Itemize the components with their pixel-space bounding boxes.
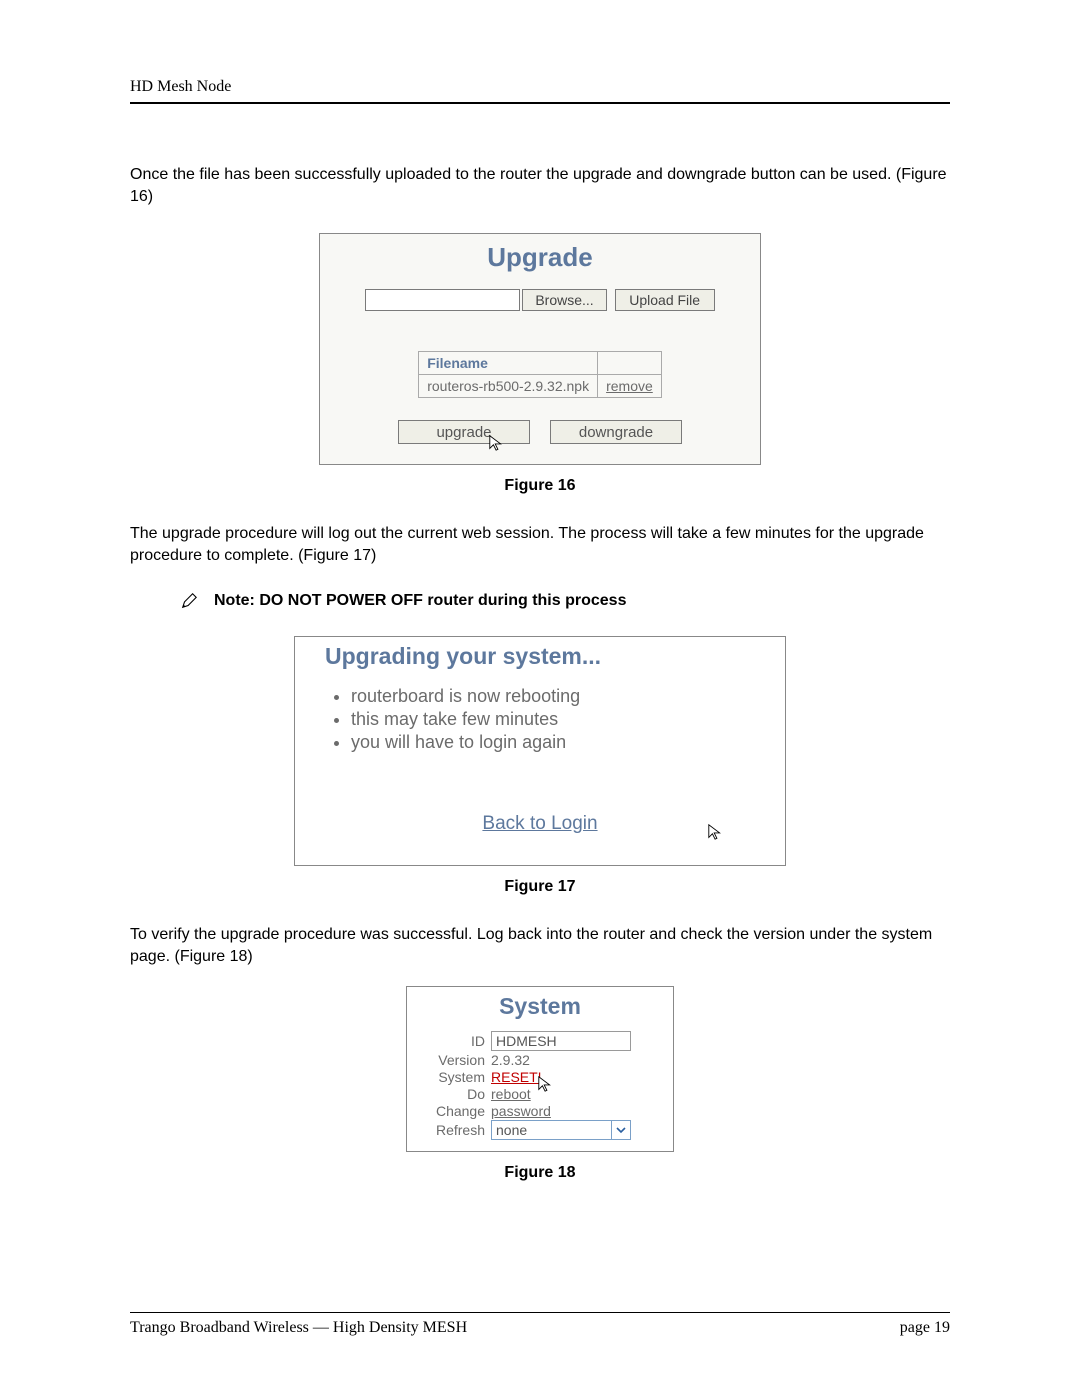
id-input[interactable]: HDMESH (491, 1031, 631, 1051)
version-value: 2.9.32 (491, 1052, 659, 1068)
paragraph-2: The upgrade procedure will log out the c… (130, 523, 950, 566)
chevron-down-icon (611, 1121, 630, 1139)
filename-table: Filename routeros-rb500-2.9.32.npk remov… (418, 351, 662, 398)
figure-17-caption: Figure 17 (130, 878, 950, 896)
figure-16-panel: Upgrade Browse... Upload File Filename r… (319, 233, 761, 465)
footer-right: page 19 (900, 1319, 950, 1337)
filename-header-empty (598, 352, 662, 375)
figure-17-panel: Upgrading your system... routerboard is … (294, 636, 786, 866)
reset-link[interactable]: RESET! (491, 1069, 542, 1085)
upgrade-title: Upgrade (320, 234, 760, 289)
password-link[interactable]: password (491, 1103, 551, 1119)
paragraph-1: Once the file has been successfully uplo… (130, 164, 950, 207)
system-title: System (421, 993, 659, 1030)
figure-18-caption: Figure 18 (130, 1164, 950, 1182)
id-label: ID (421, 1033, 491, 1049)
filename-value: routeros-rb500-2.9.32.npk (419, 375, 598, 398)
footer-left: Trango Broadband Wireless — High Density… (130, 1319, 467, 1337)
refresh-label: Refresh (421, 1122, 491, 1138)
refresh-value: none (496, 1122, 527, 1138)
upgrading-bullets: routerboard is now rebooting this may ta… (351, 686, 755, 753)
page-header: HD Mesh Node (130, 78, 950, 104)
upgrade-button[interactable]: upgrade (398, 420, 530, 444)
cursor-icon (537, 1075, 555, 1093)
page-footer: Trango Broadband Wireless — High Density… (130, 1312, 950, 1337)
paragraph-3: To verify the upgrade procedure was succ… (130, 924, 950, 967)
figure-16-caption: Figure 16 (130, 477, 950, 495)
back-to-login-link[interactable]: Back to Login (482, 813, 597, 834)
refresh-select[interactable]: none (491, 1120, 631, 1140)
system-label: System (421, 1069, 491, 1085)
bullet-1: routerboard is now rebooting (351, 686, 755, 707)
filename-header: Filename (419, 352, 598, 375)
remove-link[interactable]: remove (606, 378, 653, 394)
version-label: Version (421, 1052, 491, 1068)
bullet-3: you will have to login again (351, 732, 755, 753)
cursor-icon (488, 434, 506, 452)
cursor-icon (707, 823, 725, 841)
browse-button[interactable]: Browse... (522, 289, 606, 311)
bullet-2: this may take few minutes (351, 709, 755, 730)
pencil-icon (180, 592, 198, 610)
upgrading-title: Upgrading your system... (325, 643, 755, 684)
figure-18-panel: System ID HDMESH Version 2.9.32 System R… (406, 986, 674, 1152)
downgrade-button[interactable]: downgrade (550, 420, 682, 444)
power-off-note: Note: DO NOT POWER OFF router during thi… (214, 592, 626, 610)
file-path-input[interactable] (365, 289, 520, 311)
change-label: Change (421, 1103, 491, 1119)
reboot-link[interactable]: reboot (491, 1086, 531, 1102)
upload-file-button[interactable]: Upload File (615, 289, 715, 311)
do-label: Do (421, 1086, 491, 1102)
